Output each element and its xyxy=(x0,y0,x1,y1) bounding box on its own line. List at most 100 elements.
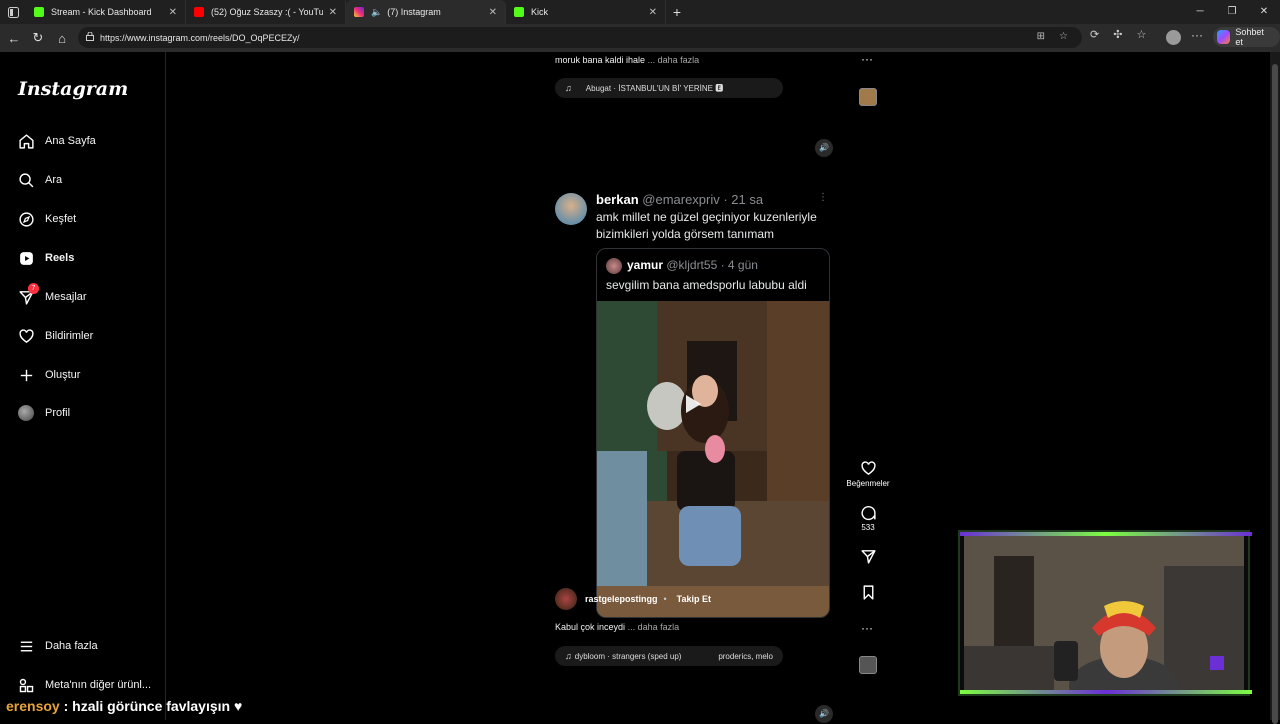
webcam-border-bottom xyxy=(960,690,1252,694)
caption-more-link[interactable]: ... daha fazla xyxy=(628,622,680,632)
sidebar-item-explore[interactable]: Keşfet xyxy=(18,208,76,230)
instagram-logo[interactable]: Instagram xyxy=(18,78,128,100)
sidebar-item-label: Keşfet xyxy=(45,213,77,225)
mute-toggle-icon[interactable]: 🔊 xyxy=(815,139,833,157)
prev-reel-audio-thumbnail[interactable] xyxy=(859,88,877,106)
youtube-favicon-icon xyxy=(194,7,204,17)
lock-icon xyxy=(86,32,94,41)
bookmark-icon xyxy=(863,585,873,600)
tab-actions-button[interactable] xyxy=(0,0,26,24)
address-bar-actions: ⊞ ☆ xyxy=(1037,31,1068,42)
meta-apps-icon xyxy=(19,678,34,692)
sidebar-item-create[interactable]: Oluştur xyxy=(18,364,80,386)
page-scrollbar[interactable] xyxy=(1270,52,1280,724)
favorites-icon[interactable]: ☆ xyxy=(1136,28,1146,41)
prev-reel-caption[interactable]: moruk bana kaldi ihale ... daha fazla xyxy=(555,55,699,65)
save-button[interactable] xyxy=(845,584,891,603)
reel-author-row: rastgelepostingg • Takip Et xyxy=(555,588,711,610)
tweet-more-icon: ⋮ xyxy=(818,192,828,203)
tab-close-icon[interactable]: ✕ xyxy=(649,7,657,18)
kick-favicon-icon xyxy=(514,7,524,17)
music-title: dybloom · strangers (sped up) xyxy=(574,651,682,661)
tab-close-icon[interactable]: ✕ xyxy=(169,7,177,18)
reel-caption[interactable]: Kabul çok inceydi ... daha fazla xyxy=(555,622,679,632)
music-note-icon: ♫ xyxy=(565,83,572,93)
tab-title: Stream - Kick Dashboard xyxy=(51,7,152,17)
tab-close-icon[interactable]: ✕ xyxy=(489,7,497,18)
avatar xyxy=(18,405,34,421)
speaker-icon[interactable]: 🔈 xyxy=(371,7,382,18)
comment-button[interactable]: 533 xyxy=(845,504,891,532)
browser-tab-kick-dashboard[interactable]: Stream - Kick Dashboard ✕ xyxy=(26,0,186,24)
prev-reel-more-options-icon[interactable]: ··· xyxy=(861,52,873,66)
heart-icon xyxy=(19,328,34,343)
like-button[interactable]: Beğenmeler xyxy=(845,460,891,488)
webcam-image xyxy=(964,536,1244,690)
play-icon[interactable] xyxy=(684,394,702,414)
home-icon[interactable]: ⌂ xyxy=(50,31,74,46)
tab-actions-icon xyxy=(7,6,19,18)
tab-title: (7) Instagram xyxy=(387,7,441,17)
copilot-label: Sohbet et xyxy=(1235,27,1264,47)
tab-close-icon[interactable]: ✕ xyxy=(329,7,337,18)
sidebar-item-messages[interactable]: 7 Mesajlar xyxy=(18,283,87,308)
sidebar-item-label: Ana Sayfa xyxy=(45,135,96,147)
tab-title: (52) Oğuz Szaszy :( - YouTube xyxy=(211,7,323,17)
reel-music-pill[interactable]: ♫ dybloom · strangers (sped up) proderic… xyxy=(555,646,783,666)
sidebar-item-meta-apps[interactable]: Meta'nın diğer ürünl... xyxy=(18,674,151,696)
browser-tab-bar: Stream - Kick Dashboard ✕ (52) Oğuz Szas… xyxy=(0,0,1280,24)
address-bar[interactable]: https://www.instagram.com/reels/DO_OqPEC… xyxy=(78,27,1082,48)
chat-username: erensoy xyxy=(6,698,60,714)
minimize-icon[interactable]: ─ xyxy=(1184,0,1216,24)
share-button[interactable] xyxy=(845,548,891,567)
sidebar-item-label: Mesajlar xyxy=(45,291,87,303)
favorite-star-icon[interactable]: ☆ xyxy=(1059,31,1068,42)
browser-extensions: ⟳ ✣ ☆ xyxy=(1090,28,1146,41)
puzzle-icon[interactable]: ✣ xyxy=(1113,28,1122,41)
scrollbar-thumb[interactable] xyxy=(1272,64,1278,724)
kick-favicon-icon xyxy=(34,7,44,17)
video-still-image xyxy=(597,301,829,617)
sidebar-item-notifications[interactable]: Bildirimler xyxy=(18,325,93,347)
refresh-icon[interactable]: ↻ xyxy=(26,30,50,46)
new-tab-button[interactable]: + xyxy=(666,4,688,20)
mute-toggle-icon[interactable]: 🔊 xyxy=(815,705,833,723)
sidebar-item-label: Ara xyxy=(45,174,63,186)
sidebar-item-label: Profil xyxy=(45,407,71,419)
tweet-header: berkan @emarexpriv · 21 sa xyxy=(596,192,763,207)
back-icon[interactable]: ← xyxy=(2,31,26,46)
sidebar-item-home[interactable]: Ana Sayfa xyxy=(18,130,96,152)
close-window-icon[interactable]: ✕ xyxy=(1248,0,1280,24)
restore-icon[interactable]: ❐ xyxy=(1216,0,1248,24)
browser-menu-icon[interactable]: ··· xyxy=(1191,28,1203,42)
sidebar-item-more[interactable]: Daha fazla xyxy=(18,635,98,657)
menu-icon xyxy=(20,641,33,651)
prev-reel-music-pill[interactable]: ♫ Abugat · İSTANBUL'UN Bİ' YERİNE 🅴 xyxy=(555,78,783,98)
quoted-handle-time: @kljdrt55 · 4 gün xyxy=(666,258,758,272)
browser-tab-instagram[interactable]: 🔈 (7) Instagram ✕ xyxy=(346,0,506,24)
url-text: https://www.instagram.com/reels/DO_OqPEC… xyxy=(100,32,300,43)
sidebar-item-profile[interactable]: Profil xyxy=(18,402,70,424)
browser-profile-avatar[interactable] xyxy=(1166,30,1181,45)
streamer-webcam xyxy=(958,530,1252,696)
poster-username[interactable]: rastgelepostingg xyxy=(585,594,658,604)
sidebar-item-label: Reels xyxy=(45,252,75,264)
sidebar-item-reels[interactable]: Reels xyxy=(18,247,74,269)
caption-text: moruk bana kaldi ihale xyxy=(555,55,646,65)
audio-thumbnail[interactable] xyxy=(859,656,877,674)
heart-icon xyxy=(860,461,876,476)
browser-tab-youtube[interactable]: (52) Oğuz Szaszy :( - YouTube ✕ xyxy=(186,0,346,24)
browser-tab-kick[interactable]: Kick ✕ xyxy=(506,0,666,24)
stream-chat-message: erensoy : hzali görünce favlayışın ♥ xyxy=(6,698,242,714)
extension-icon[interactable]: ⟳ xyxy=(1090,28,1099,41)
instagram-favicon-icon xyxy=(354,7,364,17)
poster-avatar[interactable] xyxy=(555,588,577,610)
more-options-icon[interactable]: ··· xyxy=(861,621,873,635)
sidebar-item-search[interactable]: Ara xyxy=(18,169,62,191)
app-available-icon[interactable]: ⊞ xyxy=(1037,31,1045,42)
caption-more-link[interactable]: ... daha fazla xyxy=(648,55,700,65)
sidebar-item-label: Oluştur xyxy=(45,369,81,381)
follow-button[interactable]: Takip Et xyxy=(677,594,711,604)
copilot-button[interactable]: Sohbet et xyxy=(1213,27,1280,47)
reel-video-frame[interactable] xyxy=(597,301,829,617)
